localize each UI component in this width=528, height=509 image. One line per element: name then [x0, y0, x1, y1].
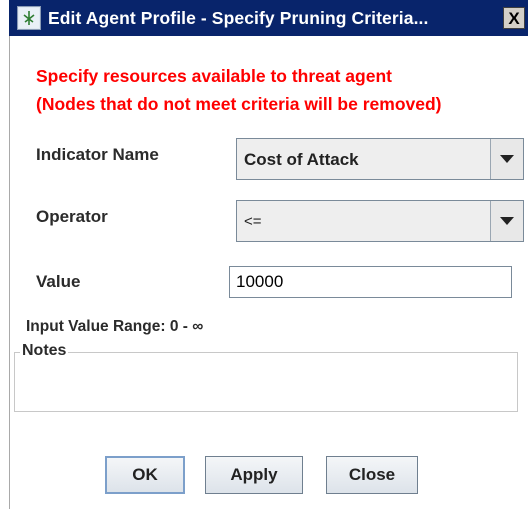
- operator-select[interactable]: <=: [236, 200, 524, 242]
- close-icon: X: [508, 8, 520, 28]
- input-value-range: Input Value Range: 0 - ∞: [26, 318, 204, 335]
- app-icon: [17, 6, 41, 30]
- indicator-dropdown-button[interactable]: [490, 139, 523, 179]
- operator-dropdown-button[interactable]: [490, 201, 523, 241]
- chevron-down-icon: [500, 155, 514, 163]
- notes-legend: Notes: [20, 342, 69, 360]
- instruction-line-2: (Nodes that do not meet criteria will be…: [36, 94, 442, 114]
- close-button[interactable]: Close: [326, 456, 418, 494]
- chevron-down-icon: [500, 217, 514, 225]
- close-window-button[interactable]: X: [503, 7, 525, 29]
- edit-agent-profile-dialog: Edit Agent Profile - Specify Pruning Cri…: [0, 0, 528, 509]
- title-bar[interactable]: Edit Agent Profile - Specify Pruning Cri…: [9, 0, 528, 36]
- indicator-name-select[interactable]: Cost of Attack: [236, 138, 524, 180]
- notes-area[interactable]: [14, 352, 518, 412]
- window-left-border: [0, 0, 10, 509]
- apply-button[interactable]: Apply: [205, 456, 303, 494]
- operator-label: Operator: [36, 207, 108, 226]
- value-label: Value: [36, 272, 81, 291]
- indicator-name-label: Indicator Name: [36, 145, 159, 164]
- ok-button[interactable]: OK: [105, 456, 185, 494]
- indicator-name-value: Cost of Attack: [244, 150, 359, 169]
- operator-value: <=: [244, 213, 262, 230]
- value-input-field[interactable]: [229, 266, 512, 298]
- window-title: Edit Agent Profile - Specify Pruning Cri…: [48, 7, 429, 28]
- value-input[interactable]: [230, 267, 511, 297]
- instruction-line-1: Specify resources available to threat ag…: [36, 66, 392, 86]
